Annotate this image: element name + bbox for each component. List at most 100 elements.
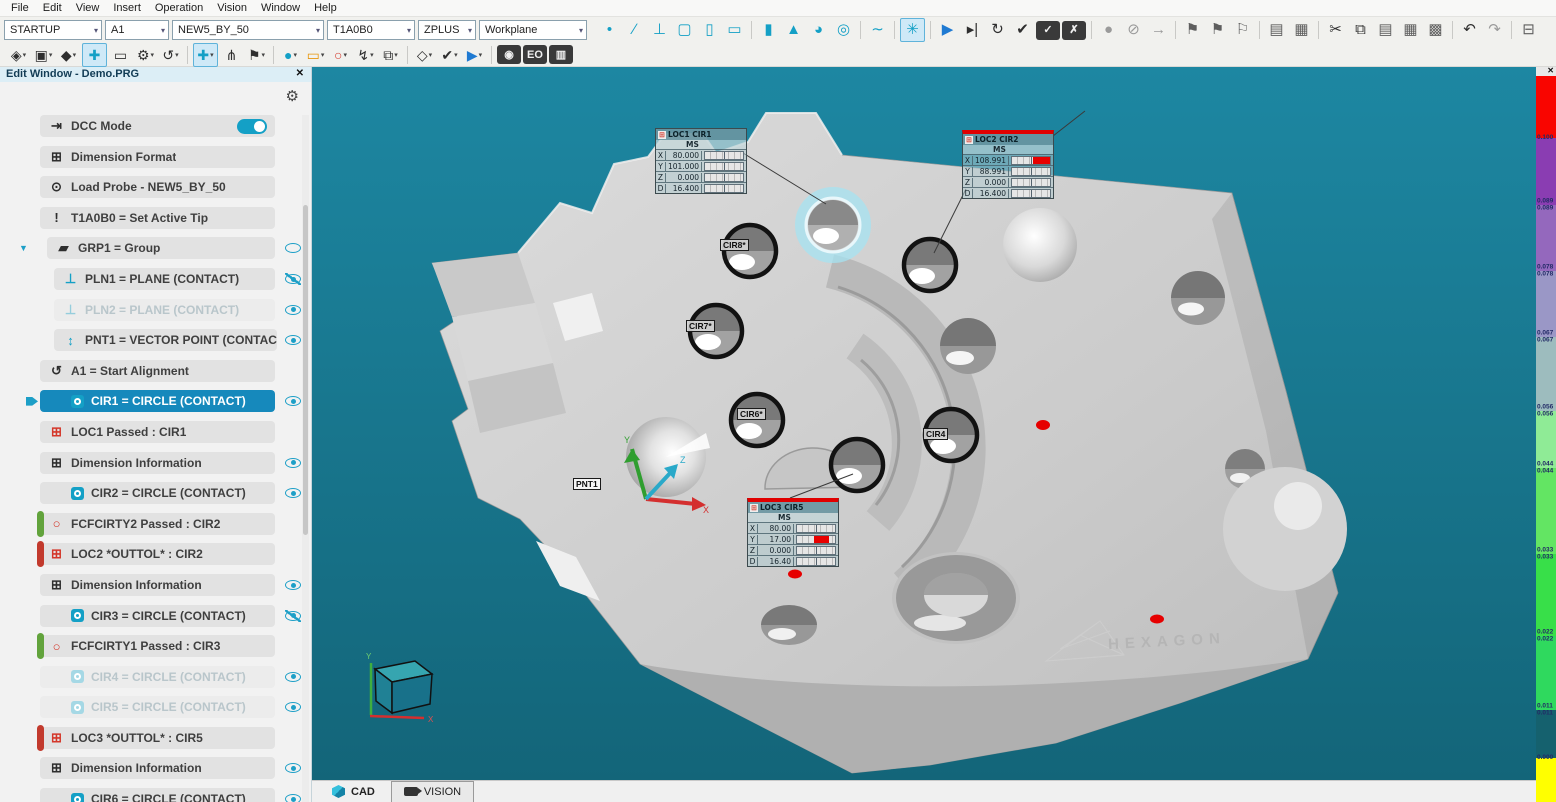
clear-marks-icon[interactable]: ✗ ▾: [1062, 21, 1086, 40]
rectangle-gage-icon[interactable]: ▭ ▾: [304, 44, 327, 66]
command-item[interactable]: ▼ ⊥ PLN1 = PLANE (CONTACT): [54, 268, 275, 290]
circle-feature-icon[interactable]: ▢ ▾: [673, 19, 696, 41]
redo-icon[interactable]: ↷ ▾: [1483, 19, 1506, 41]
tip-combo[interactable]: T1A0B0 ▾: [327, 20, 415, 40]
sphere-feature-icon[interactable]: ◕ ▾: [807, 19, 830, 41]
visibility-eye-icon[interactable]: [285, 671, 301, 683]
command-box[interactable]: ⊞ Dimension Format: [40, 146, 275, 168]
visibility-eye-icon[interactable]: [285, 487, 301, 499]
probe-options-icon[interactable]: ⚙ ▾: [134, 44, 157, 66]
gear-icon[interactable]: ⚙: [286, 87, 299, 105]
measured-circle-cir5[interactable]: [831, 439, 883, 491]
feature-label[interactable]: CIR4: [923, 428, 948, 440]
round-slot-icon[interactable]: ▭ ▾: [723, 19, 746, 41]
command-item[interactable]: ▼ ⊞ Dimension Information: [40, 757, 275, 779]
feature-label[interactable]: CIR6*: [737, 408, 766, 420]
print-icon[interactable]: ⊟ ▾: [1517, 19, 1540, 41]
command-box[interactable]: CIR1 = CIRCLE (CONTACT): [40, 390, 275, 412]
copy-icon[interactable]: ⧉ ▾: [1349, 19, 1372, 41]
line-feature-icon[interactable]: ∕ ▾: [623, 19, 646, 41]
dropdown-caret-icon[interactable]: ▾: [175, 51, 179, 59]
torus-feature-icon[interactable]: ◎ ▾: [832, 19, 855, 41]
curve-feature-icon[interactable]: ∼ ▾: [866, 19, 889, 41]
command-item[interactable]: ▼ CIR1 = CIRCLE (CONTACT): [40, 390, 275, 412]
command-box[interactable]: ▰ GRP1 = Group: [47, 237, 275, 259]
ellipse-feature-icon[interactable]: ● ▾: [279, 44, 302, 66]
command-item[interactable]: ▼ ○ FCFCIRTY1 Passed : CIR3: [40, 635, 275, 657]
point-feature-icon[interactable]: • ▾: [598, 19, 621, 41]
measured-circle-cir6[interactable]: [731, 394, 783, 446]
dropdown-caret-icon[interactable]: ▾: [151, 51, 155, 59]
command-box[interactable]: CIR5 = CIRCLE (CONTACT): [40, 696, 275, 718]
bookmark-insert-icon[interactable]: ⚑ ▾: [1206, 19, 1229, 41]
dropdown-caret-icon[interactable]: ▾: [394, 51, 398, 59]
paste-icon[interactable]: ▤ ▾: [1374, 19, 1397, 41]
eo-view-icon[interactable]: EO ▾: [523, 45, 547, 64]
pages-icon[interactable]: ⧉ ▾: [379, 44, 402, 66]
command-item[interactable]: ▼ CIR2 = CIRCLE (CONTACT): [40, 482, 275, 504]
feature-label[interactable]: PNT1: [573, 478, 601, 490]
quick-feature-icon[interactable]: ⚑ ▾: [245, 44, 268, 66]
dropdown-caret-icon[interactable]: ▾: [262, 51, 266, 59]
rotate-view-icon[interactable]: ↺ ▾: [159, 44, 182, 66]
pan-view-icon[interactable]: ✚ ▾: [82, 43, 107, 67]
chevron-down-icon[interactable]: ▾: [316, 26, 320, 35]
dropdown-caret-icon[interactable]: ▾: [370, 51, 374, 59]
visibility-eye-icon[interactable]: [285, 242, 301, 254]
mark-done-icon[interactable]: ✔ ▾: [438, 44, 461, 66]
dropdown-caret-icon[interactable]: ▾: [210, 51, 214, 59]
square-slot-icon[interactable]: ▯ ▾: [698, 19, 721, 41]
workplane-combo[interactable]: Workplane ▾: [479, 20, 587, 40]
dropdown-caret-icon[interactable]: ▾: [293, 51, 297, 59]
command-box[interactable]: CIR3 = CIRCLE (CONTACT): [40, 605, 275, 627]
menu-item[interactable]: Operation: [148, 2, 210, 14]
menu-item[interactable]: View: [69, 2, 107, 14]
mini-execute-icon[interactable]: ▶ ▾: [463, 44, 486, 66]
bookmark-icon[interactable]: ⚑ ▾: [1181, 19, 1204, 41]
paste-special-icon[interactable]: ▦ ▾: [1399, 19, 1422, 41]
goto-icon[interactable]: → ▾: [1147, 19, 1170, 41]
chevron-down-icon[interactable]: ▾: [94, 26, 98, 35]
gage-scan-icon[interactable]: ◇ ▾: [413, 44, 436, 66]
menu-item[interactable]: File: [4, 2, 36, 14]
command-item[interactable]: ▼ CIR5 = CIRCLE (CONTACT): [40, 696, 275, 718]
tab-vision[interactable]: VISION: [391, 781, 474, 802]
command-box[interactable]: ⊥ PLN1 = PLANE (CONTACT): [54, 268, 275, 290]
visibility-eye-icon[interactable]: [285, 610, 301, 622]
dropdown-caret-icon[interactable]: ▾: [343, 51, 347, 59]
report-icon[interactable]: ▤ ▾: [1265, 19, 1288, 41]
loop-execute-icon[interactable]: ↻ ▾: [986, 19, 1009, 41]
visibility-eye-icon[interactable]: [285, 457, 301, 469]
cad-model-icon[interactable]: ◆ ▾: [57, 44, 80, 66]
command-box[interactable]: ⊞ Dimension Information: [40, 574, 275, 596]
dropdown-caret-icon[interactable]: ▾: [454, 51, 458, 59]
dimension-callout[interactable]: ⊞ LOC1 CIR1 MS X 80.000 Y 101.000: [655, 128, 747, 194]
scrollbar-thumb[interactable]: [303, 205, 308, 535]
command-item[interactable]: ▼ ⊙ Load Probe - NEW5_BY_50: [40, 176, 275, 198]
close-icon[interactable]: ✕: [296, 68, 304, 79]
quick-fixture-icon[interactable]: ↯ ▾: [354, 44, 377, 66]
cad-viewport[interactable]: Y Z X Y X CIR8*CIR7*CIR6*CIR4PNT1: [312, 67, 1536, 780]
command-box[interactable]: ⊞ Dimension Information: [40, 757, 275, 779]
plane-feature-icon[interactable]: ⊥ ▾: [648, 19, 671, 41]
menu-item[interactable]: Help: [307, 2, 344, 14]
command-item[interactable]: ▼ ○ FCFCIRTY2 Passed : CIR2: [40, 513, 275, 535]
command-box[interactable]: ⊞ LOC1 Passed : CIR1: [40, 421, 275, 443]
measured-circle-cir8[interactable]: [724, 225, 776, 277]
chevron-down-icon[interactable]: ▾: [161, 26, 165, 35]
verify-program-icon[interactable]: ✓ ▾: [1036, 21, 1060, 40]
measured-circle-cir1-highlighted[interactable]: [800, 192, 866, 258]
visibility-eye-icon[interactable]: [285, 304, 301, 316]
menu-item[interactable]: Edit: [36, 2, 69, 14]
command-item[interactable]: ▼ ↕ PNT1 = VECTOR POINT (CONTAC: [54, 329, 275, 351]
probe-mode-icon[interactable]: ◈ ▾: [7, 44, 30, 66]
command-box[interactable]: ↕ PNT1 = VECTOR POINT (CONTAC: [54, 329, 277, 351]
undo-icon[interactable]: ↶ ▾: [1458, 19, 1481, 41]
visibility-eye-icon[interactable]: [285, 334, 301, 346]
command-item[interactable]: ▼ CIR6 = CIRCLE (CONTACT): [40, 788, 275, 802]
chevron-down-icon[interactable]: ▼: [19, 243, 28, 253]
circle-gage-icon[interactable]: ○ ▾: [329, 44, 352, 66]
camera-icon[interactable]: ◉ ▾: [497, 45, 521, 64]
command-box[interactable]: ○ FCFCIRTY2 Passed : CIR2: [40, 513, 275, 535]
visibility-eye-icon[interactable]: [285, 579, 301, 591]
